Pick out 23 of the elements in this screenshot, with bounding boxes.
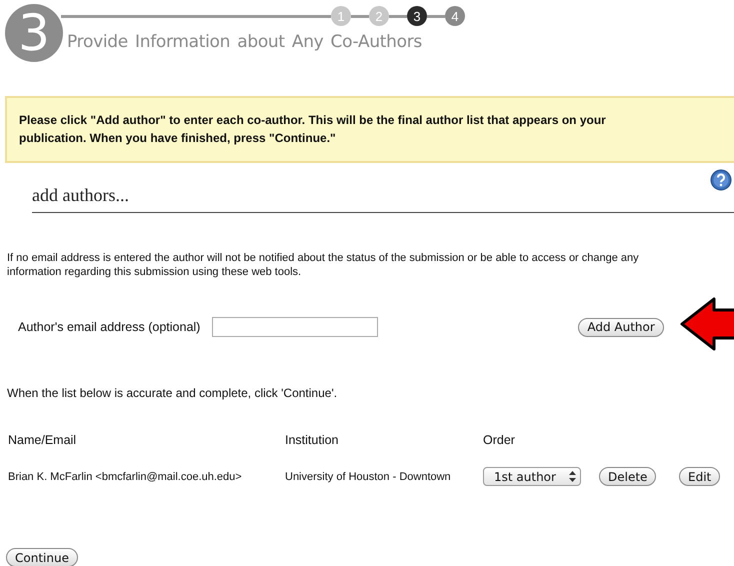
step-number-badge: 3 (5, 4, 63, 62)
continue-button[interactable]: Continue (6, 548, 78, 566)
step-indicator: 3 (407, 6, 427, 26)
help-icon[interactable] (710, 169, 732, 191)
page-title: Provide Information about Any Co-Authors (67, 32, 423, 52)
stepper-icon (569, 471, 576, 482)
instruction-notice: Please click "Add author" to enter each co-author. This will be the final author list that appears on your publication. When you have finished, press "Continue." (5, 96, 734, 163)
column-header: Institution (285, 433, 340, 447)
pointer-arrow (680, 296, 734, 352)
list-note: When the list below is accurate and complete, click 'Continue'. (7, 386, 338, 400)
edit-button[interactable]: Edit (679, 467, 720, 486)
step-indicator: 4 (445, 6, 465, 26)
table-cell-text: Brian K. McFarlin <bmcfarlin@mail.coe.uh.edu> (8, 470, 243, 482)
add-author-button[interactable]: Add Author (578, 318, 664, 336)
section-title: add authors... (32, 185, 129, 206)
order-select[interactable]: 1st author (483, 467, 581, 486)
column-header: Order (483, 433, 516, 447)
email-label: Author's email address (optional) (18, 320, 200, 334)
email-note: If no email address is entered the author will not be notified about the status of the submission or be able to access or change any information regarding this submission using these web tools. (7, 251, 640, 279)
email-input[interactable] (212, 317, 378, 337)
column-header: Name/Email (8, 433, 78, 447)
table-cell-text: University of Houston - Downtown (285, 470, 452, 482)
delete-button[interactable]: Delete (599, 467, 656, 486)
